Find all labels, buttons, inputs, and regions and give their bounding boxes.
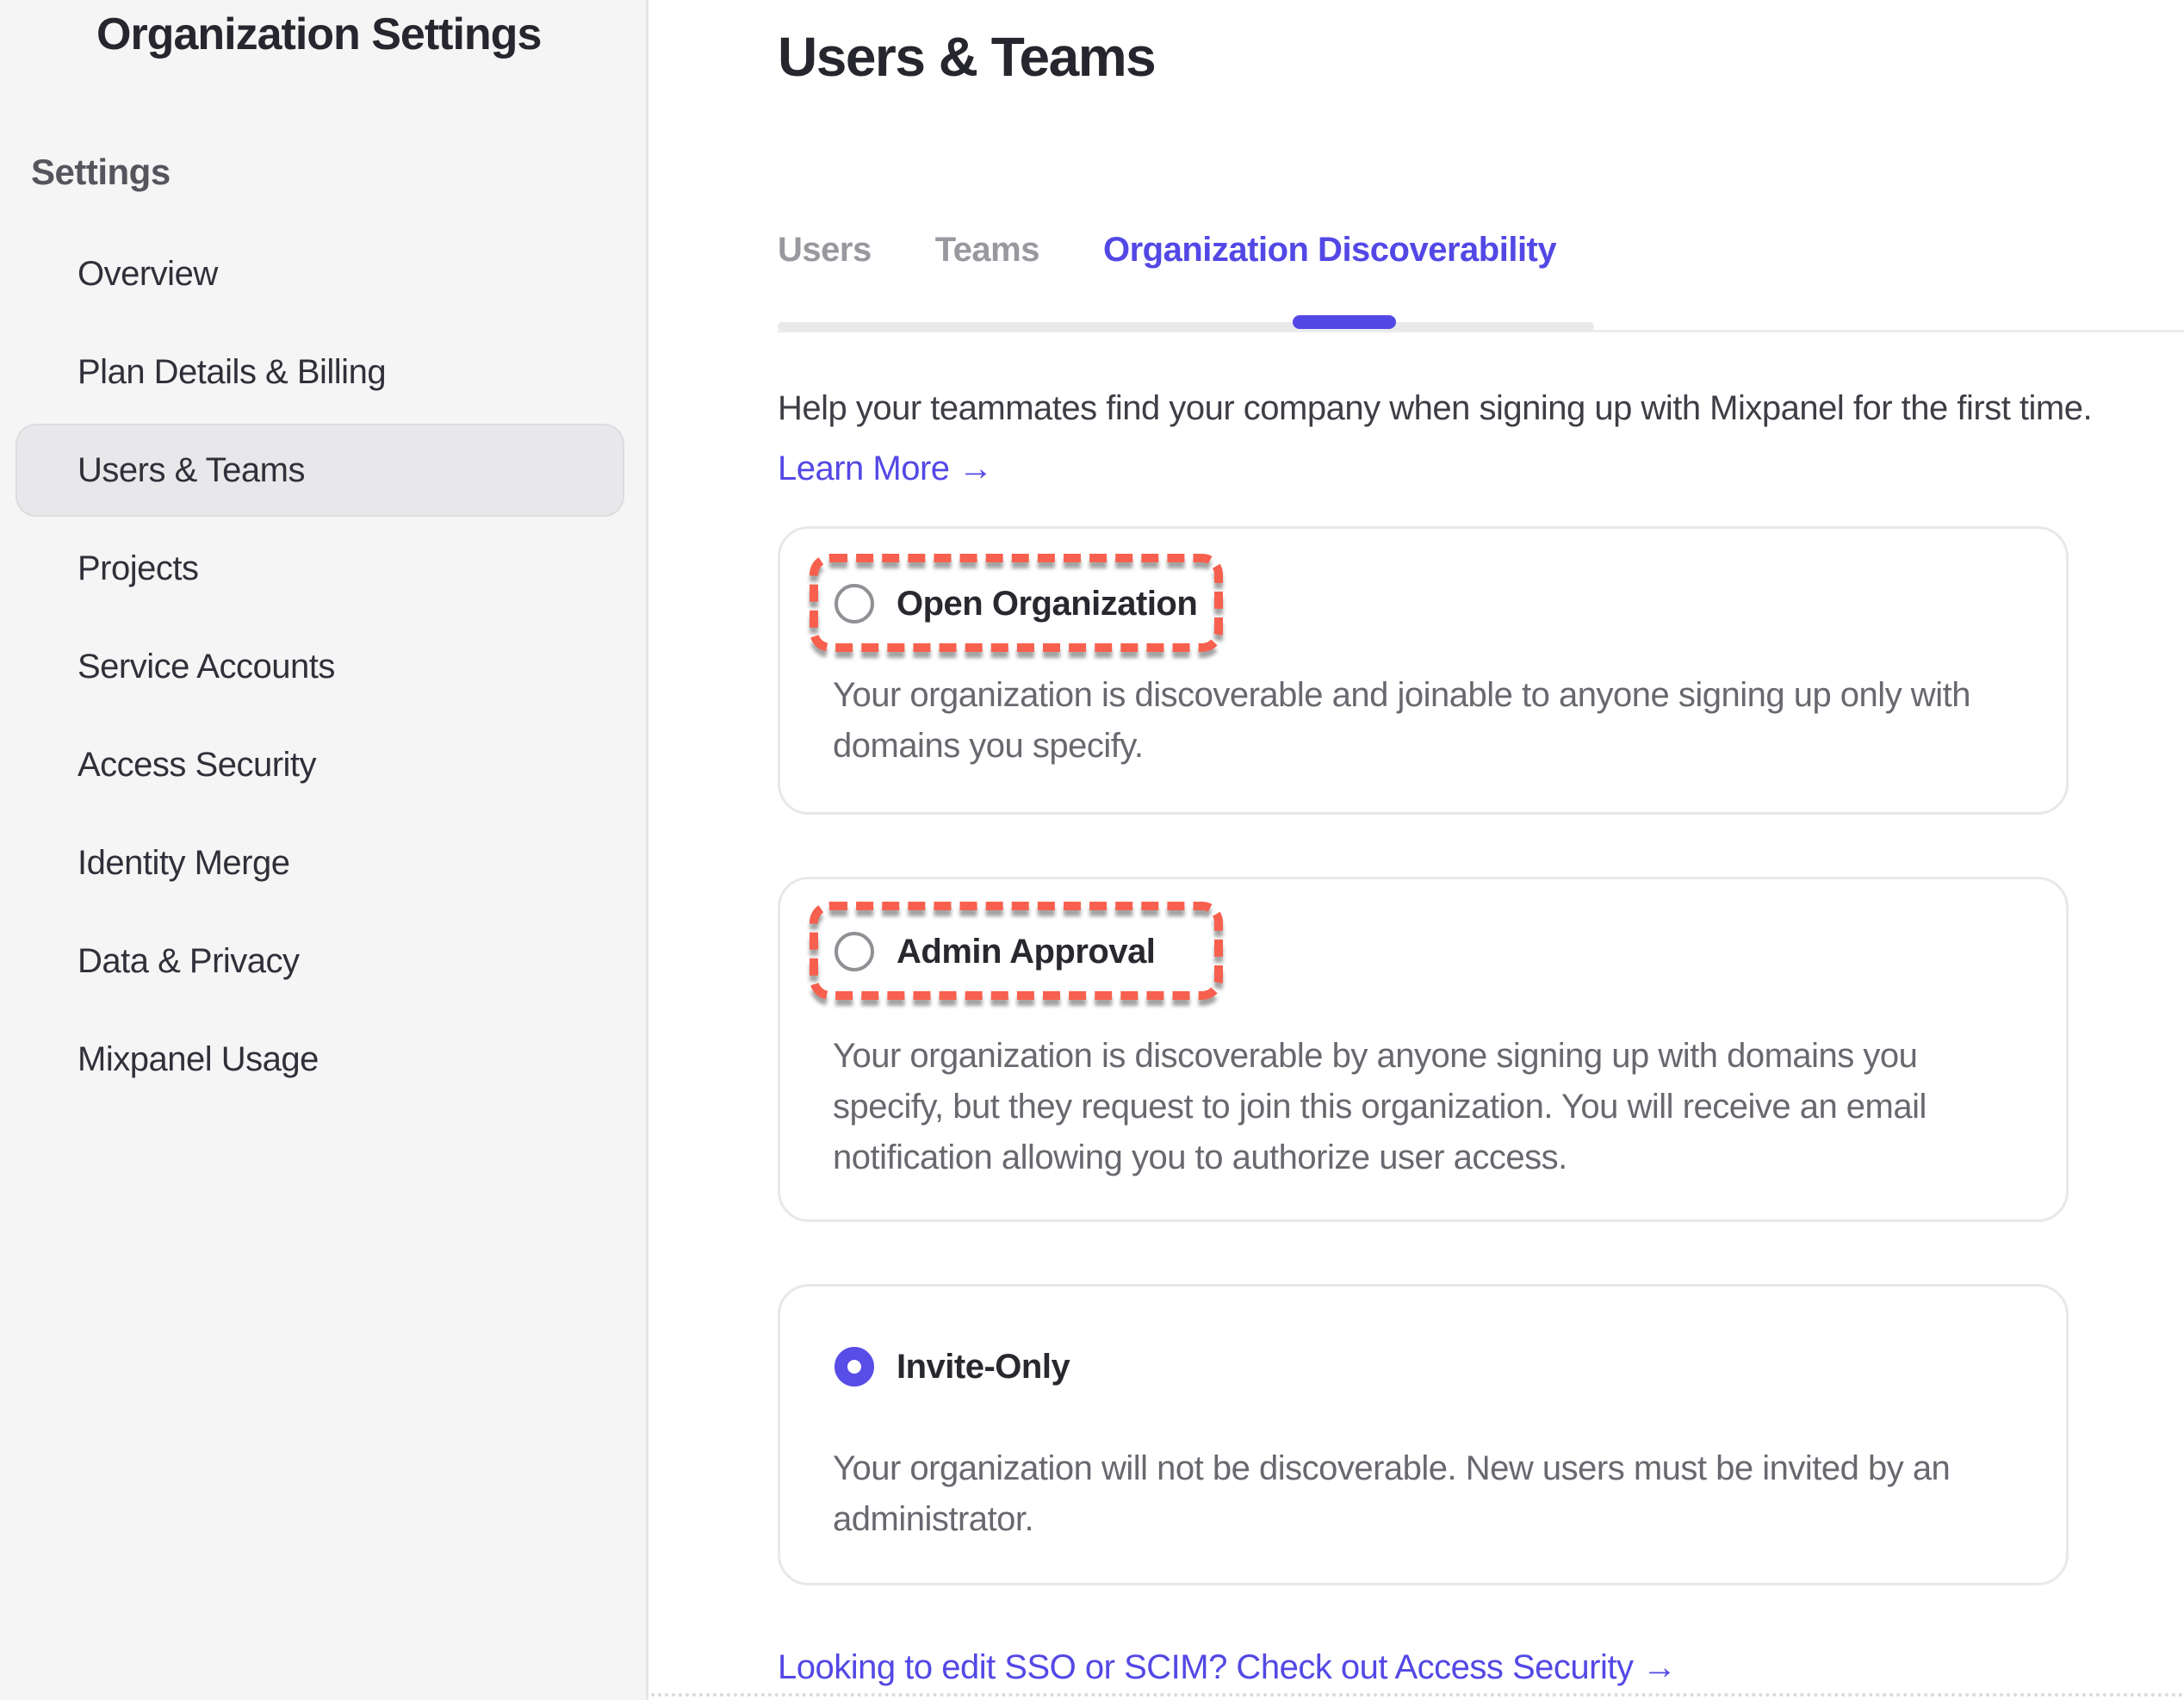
intro-text: Help your teammates find your company wh…	[778, 382, 2092, 434]
admin-approval-option[interactable]: Admin Approval	[835, 931, 1155, 972]
main-content: Users & Teams Users Teams Organization D…	[651, 0, 2184, 1700]
sidebar-item-label: Mixpanel Usage	[78, 1040, 319, 1079]
sidebar-item-label: Data & Privacy	[78, 942, 300, 981]
sidebar-item-label: Users & Teams	[78, 451, 305, 490]
option-card-invite-only: Invite-Only Your organization will not b…	[778, 1284, 2069, 1585]
option-description: Your organization is discoverable by any…	[833, 1031, 1927, 1183]
admin-approval-radio[interactable]	[835, 932, 874, 971]
active-tab-indicator	[1293, 315, 1396, 329]
sidebar-item-users-teams[interactable]: Users & Teams	[16, 424, 624, 517]
tab-row: Users Teams Organization Discoverability	[778, 215, 2184, 270]
open-organization-option[interactable]: Open Organization	[835, 583, 1197, 624]
option-description: Your organization is discoverable and jo…	[833, 670, 1970, 772]
sidebar: Organization Settings Settings Overview …	[0, 0, 648, 1700]
option-label: Invite-Only	[897, 1346, 1070, 1387]
invite-only-option[interactable]: Invite-Only	[835, 1346, 1070, 1387]
sidebar-item-label: Projects	[78, 549, 199, 588]
sidebar-item-mixpanel-usage[interactable]: Mixpanel Usage	[0, 1010, 646, 1108]
sidebar-item-data-privacy[interactable]: Data & Privacy	[0, 912, 646, 1010]
tab-users[interactable]: Users	[778, 229, 872, 270]
sidebar-item-overview[interactable]: Overview	[0, 225, 646, 323]
sidebar-item-projects[interactable]: Projects	[0, 519, 646, 617]
bottom-dotted-divider	[651, 1693, 2184, 1697]
invite-only-radio[interactable]	[835, 1347, 874, 1387]
sidebar-nav: Overview Plan Details & Billing Users & …	[0, 225, 646, 1108]
open-organization-radio[interactable]	[835, 584, 874, 624]
sidebar-item-access-security[interactable]: Access Security	[0, 716, 646, 814]
sidebar-item-label: Service Accounts	[78, 648, 335, 686]
tab-underline-track	[778, 322, 1594, 331]
sidebar-item-identity-merge[interactable]: Identity Merge	[0, 814, 646, 912]
sidebar-item-label: Access Security	[78, 746, 316, 785]
sidebar-item-label: Plan Details & Billing	[78, 353, 386, 392]
option-card-open-organization: Open Organization Your organization is d…	[778, 526, 2069, 815]
option-label: Admin Approval	[897, 931, 1155, 972]
discoverability-options: Open Organization Your organization is d…	[778, 526, 2069, 1585]
learn-more-link[interactable]: Learn More →	[778, 443, 993, 494]
page-title: Users & Teams	[778, 22, 1155, 91]
tab-organization-discoverability[interactable]: Organization Discoverability	[1103, 229, 1556, 270]
sidebar-item-plan-details-billing[interactable]: Plan Details & Billing	[0, 323, 646, 421]
sidebar-section-label: Settings	[31, 148, 171, 196]
tab-bar: Users Teams Organization Discoverability	[778, 215, 2184, 336]
option-label: Open Organization	[897, 583, 1197, 624]
sidebar-item-label: Identity Merge	[78, 844, 289, 883]
sidebar-item-service-accounts[interactable]: Service Accounts	[0, 617, 646, 716]
tab-teams[interactable]: Teams	[935, 229, 1039, 270]
access-security-link[interactable]: Looking to edit SSO or SCIM? Check out A…	[778, 1641, 1677, 1693]
sidebar-item-label: Overview	[78, 255, 218, 294]
sidebar-title: Organization Settings	[96, 7, 541, 63]
option-card-admin-approval: Admin Approval Your organization is disc…	[778, 877, 2069, 1222]
option-description: Your organization will not be discoverab…	[833, 1443, 1950, 1545]
